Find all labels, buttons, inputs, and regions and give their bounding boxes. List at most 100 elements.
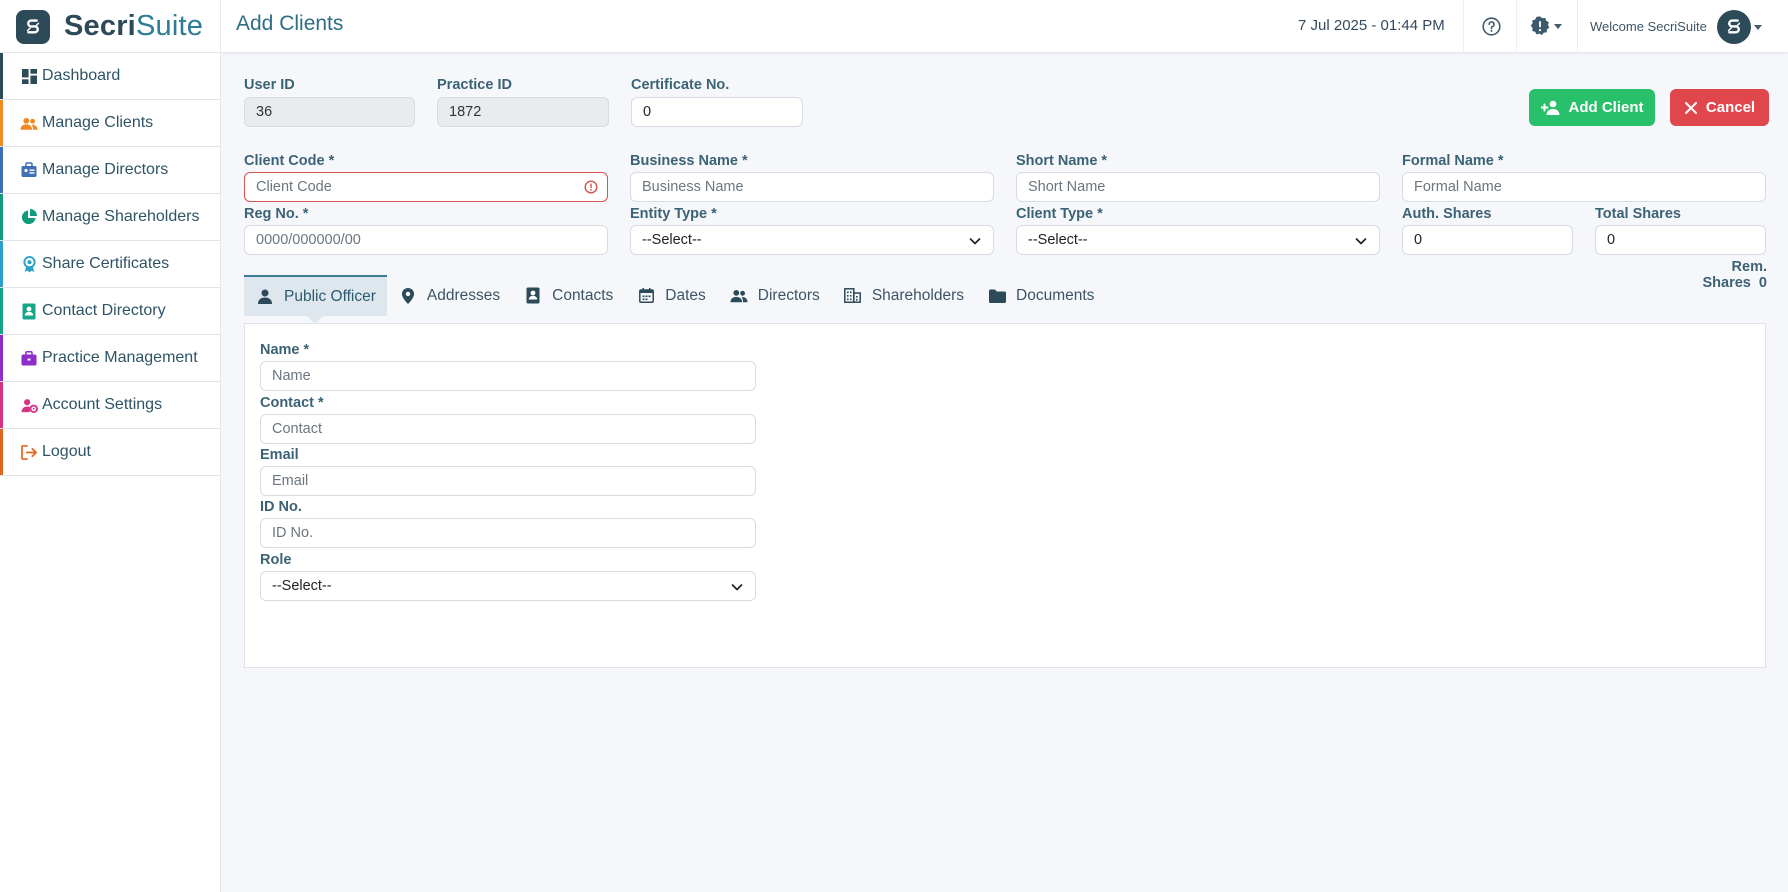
people-icon: [730, 287, 748, 305]
sidebar-item-dashboard[interactable]: Dashboard: [0, 53, 220, 100]
top-header: SecriSuite Add Clients 7 Jul 2025 - 01:4…: [0, 0, 1788, 53]
dashboard-icon: [20, 67, 38, 85]
sidebar-item-manage-clients[interactable]: Manage Clients: [0, 100, 220, 147]
certificate-no-field[interactable]: [631, 97, 803, 127]
brand[interactable]: SecriSuite: [0, 0, 221, 53]
auth-shares-label: Auth. Shares: [1402, 206, 1492, 222]
client-code-input[interactable]: [244, 172, 608, 202]
users-icon: [20, 114, 38, 132]
map-pin-icon: [399, 287, 417, 305]
user-menu[interactable]: [1717, 10, 1762, 44]
rem-shares-label: Rem. Shares: [1702, 259, 1767, 291]
sidebar-item-contact-directory[interactable]: Contact Directory: [0, 288, 220, 335]
user-id-field: [244, 97, 415, 127]
officer-contact-input[interactable]: [260, 414, 756, 444]
short-name-label: Short Name *: [1016, 153, 1108, 169]
person-icon: [256, 288, 274, 306]
sidebar-item-label: Contact Directory: [42, 302, 166, 319]
rem-shares: Rem. Shares 0: [1667, 259, 1767, 291]
tab-label: Directors: [757, 286, 820, 304]
brand-name-accent: Suite: [135, 10, 204, 42]
sidebar-item-share-certificates[interactable]: Share Certificates: [0, 241, 220, 288]
sidebar-item-label: Manage Clients: [42, 114, 154, 131]
certificate-no-label: Certificate No.: [631, 77, 730, 93]
short-name-input[interactable]: [1016, 172, 1380, 202]
contact-card-icon: [524, 287, 542, 305]
sidebar-item-practice-management[interactable]: Practice Management: [0, 335, 220, 382]
nav-stripe: [0, 100, 3, 146]
sidebar-item-manage-directors[interactable]: Manage Directors: [0, 147, 220, 194]
sidebar-item-account-settings[interactable]: Account Settings: [0, 382, 220, 429]
header-divider: [1516, 0, 1517, 53]
officer-contact-label: Contact *: [260, 395, 324, 411]
close-icon: [1684, 101, 1697, 114]
pie-chart-icon: [20, 208, 38, 226]
header-divider: [1577, 0, 1578, 53]
officer-email-input[interactable]: [260, 466, 756, 496]
client-tabs: Public Officer Addresses Contacts Dates …: [244, 275, 1106, 324]
sidebar-item-label: Share Certificates: [42, 255, 170, 272]
contact-book-icon: [20, 302, 38, 320]
user-id-label: User ID: [244, 77, 295, 93]
alert-badge-icon: [1530, 16, 1550, 35]
officer-id-no-input[interactable]: [260, 518, 756, 548]
reg-no-label: Reg No. *: [244, 206, 309, 222]
sidebar-item-logout[interactable]: Logout: [0, 429, 220, 476]
sidebar-item-manage-shareholders[interactable]: Manage Shareholders: [0, 194, 220, 241]
user-settings-icon: [20, 396, 38, 414]
tab-contacts[interactable]: Contacts: [512, 275, 625, 316]
client-code-label: Client Code *: [244, 153, 335, 169]
tab-shareholders[interactable]: Shareholders: [832, 275, 976, 316]
add-user-icon: [1540, 100, 1559, 115]
chevron-down-icon: [731, 584, 743, 591]
business-name-input[interactable]: [630, 172, 994, 202]
cancel-button[interactable]: Cancel: [1670, 89, 1769, 126]
invalid-field-icon: [584, 180, 598, 194]
nav-stripe: [0, 147, 3, 193]
sidebar-item-label: Dashboard: [42, 67, 121, 84]
brand-name: SecriSuite: [64, 10, 203, 43]
total-shares-label: Total Shares: [1595, 206, 1681, 222]
officer-role-select[interactable]: --Select--: [260, 571, 756, 601]
reg-no-input[interactable]: [244, 225, 608, 255]
tab-directors[interactable]: Directors: [718, 275, 832, 316]
client-type-selected: --Select--: [1028, 232, 1088, 248]
avatar: [1717, 10, 1751, 44]
client-type-select[interactable]: --Select--: [1016, 225, 1380, 255]
sidebar-item-label: Manage Shareholders: [42, 208, 200, 225]
entity-type-select[interactable]: --Select--: [630, 225, 994, 255]
datetime: 7 Jul 2025 - 01:44 PM: [1298, 17, 1445, 34]
tab-addresses[interactable]: Addresses: [387, 275, 512, 316]
calendar-icon: [637, 287, 655, 305]
nav-stripe: [0, 241, 3, 287]
welcome-text: Welcome SecriSuite: [1590, 19, 1707, 34]
help-icon[interactable]: [1480, 15, 1502, 37]
tab-documents[interactable]: Documents: [976, 275, 1106, 316]
business-name-label: Business Name *: [630, 153, 748, 169]
alerts-menu[interactable]: [1529, 15, 1562, 37]
folder-icon: [988, 287, 1006, 305]
brand-name-main: Secri: [64, 10, 136, 42]
sidebar-item-label: Practice Management: [42, 349, 198, 366]
chevron-down-icon: [969, 238, 981, 245]
tab-dates[interactable]: Dates: [625, 275, 718, 316]
formal-name-input[interactable]: [1402, 172, 1766, 202]
total-shares-input[interactable]: [1595, 225, 1766, 255]
entity-type-label: Entity Type *: [630, 206, 717, 222]
officer-role-label: Role: [260, 552, 292, 568]
sidebar-item-label: Manage Directors: [42, 161, 169, 178]
sidebar-item-label: Logout: [42, 443, 91, 460]
briefcase-icon: [20, 349, 38, 367]
director-icon: [20, 161, 38, 179]
officer-role-selected: --Select--: [272, 578, 332, 594]
auth-shares-input[interactable]: [1402, 225, 1573, 255]
tab-public-officer[interactable]: Public Officer: [244, 275, 387, 324]
add-client-button[interactable]: Add Client: [1529, 89, 1655, 126]
logout-icon: [20, 443, 38, 461]
chevron-down-icon: [1754, 24, 1762, 30]
tab-label: Addresses: [426, 286, 501, 304]
officer-name-input[interactable]: [260, 361, 756, 391]
nav-stripe: [0, 53, 3, 99]
tab-label: Public Officer: [284, 287, 376, 305]
entity-type-selected: --Select--: [642, 232, 702, 248]
